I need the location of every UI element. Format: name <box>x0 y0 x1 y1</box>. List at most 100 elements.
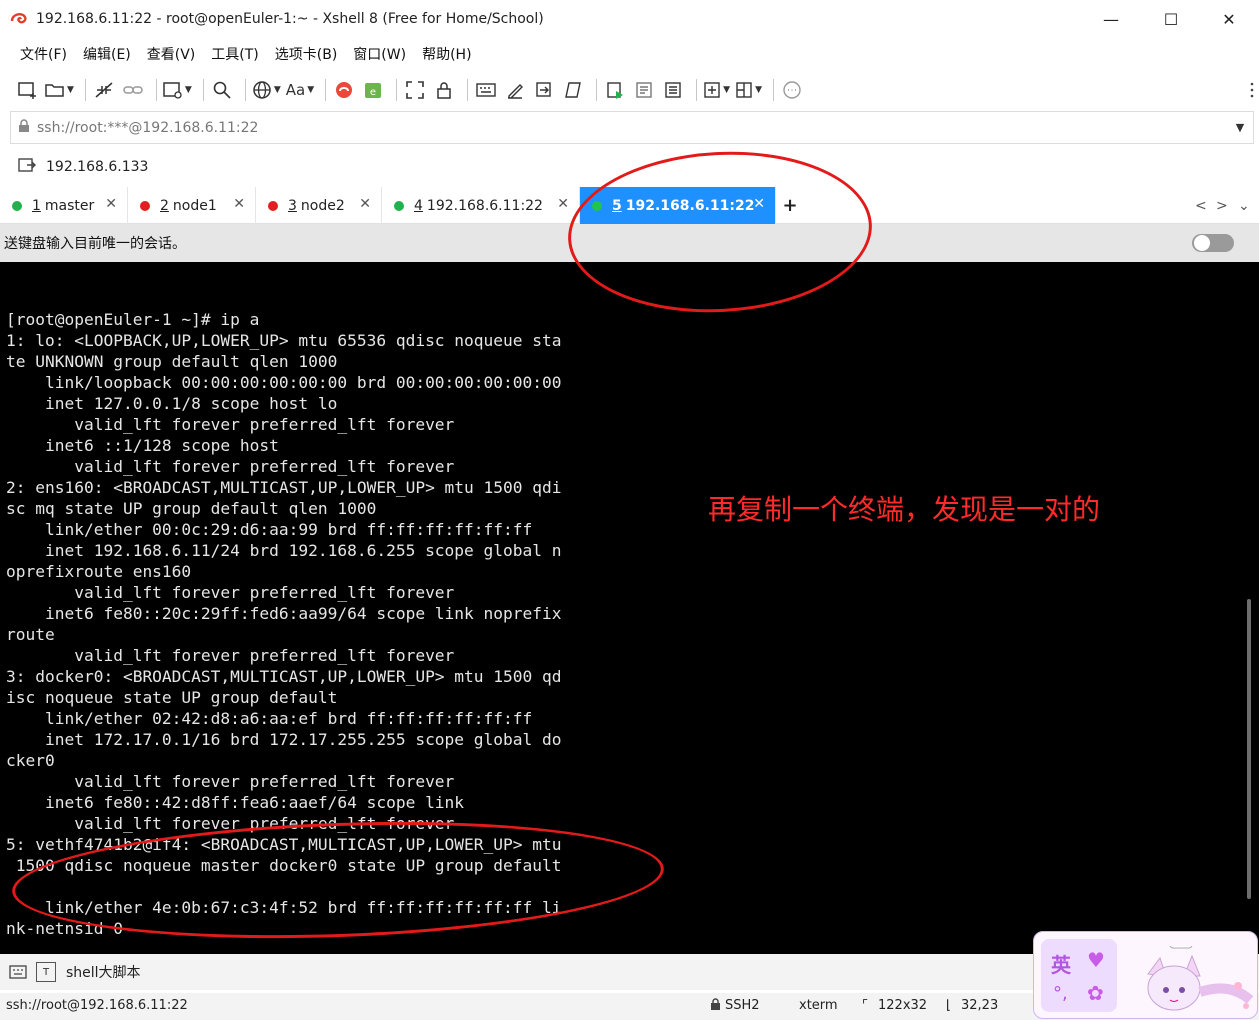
quick-command-icon[interactable]: T <box>36 962 56 982</box>
close-icon[interactable]: ✕ <box>557 196 569 212</box>
menu-view[interactable]: 查看(V) <box>147 44 196 64</box>
font-button[interactable]: Aa ▼ <box>286 76 314 104</box>
ime-mode[interactable]: 英 <box>1051 949 1071 978</box>
maximize-button[interactable]: ☐ <box>1141 0 1201 38</box>
notes-button[interactable] <box>661 76 685 104</box>
lock-icon <box>437 82 451 99</box>
terminal-line: link/ether 02:42:d8:a6:aa:ef brd ff:ff:f… <box>6 709 533 728</box>
session-link-icon[interactable] <box>18 157 36 177</box>
tab-label: 192.168.6.11:22 <box>625 197 755 214</box>
new-session-icon <box>18 82 36 99</box>
tab-node1[interactable]: 2 node1 ✕ <box>128 187 256 224</box>
quick-command-label[interactable]: shell大脚本 <box>66 962 141 982</box>
transfer-button[interactable] <box>532 76 556 104</box>
terminal-line: inet 192.168.6.11/24 brd 192.168.6.255 s… <box>6 541 562 560</box>
new-tab-button[interactable]: ▼ <box>703 76 730 104</box>
chevron-down-icon: ▼ <box>184 85 192 95</box>
ime-punct[interactable]: °, <box>1053 983 1068 1004</box>
toolbar-divider <box>696 79 698 101</box>
tab-next-icon[interactable]: > <box>1216 187 1228 224</box>
script-button[interactable] <box>561 76 585 104</box>
terminal-line: inet6 fe80::20c:29ff:fed6:aa99/64 scope … <box>6 604 562 623</box>
toolbar-divider <box>202 79 204 101</box>
notes-icon <box>665 82 681 98</box>
globe-icon <box>253 81 271 99</box>
ime-widget[interactable]: 英 ♥ °, ✿ <box>1033 931 1258 1019</box>
tab-number: 1 <box>32 197 41 214</box>
toggle-knob <box>1194 235 1210 251</box>
close-icon[interactable]: ✕ <box>233 196 245 212</box>
compose-bar-icon[interactable] <box>8 962 28 982</box>
log-icon <box>636 82 652 98</box>
toolbar-divider <box>155 79 157 101</box>
layout-button[interactable]: ▼ <box>735 76 762 104</box>
ime-pad: 英 ♥ °, ✿ <box>1041 939 1117 1012</box>
status-dot <box>12 200 22 211</box>
chevron-down-icon: ▼ <box>755 85 762 95</box>
tab-session-4[interactable]: 4 192.168.6.11:22 ✕ <box>382 187 580 224</box>
menu-help[interactable]: 帮助(H) <box>422 44 471 64</box>
chevron-down-icon: ▼ <box>273 85 281 95</box>
status-dot <box>592 200 602 211</box>
menu-file[interactable]: 文件(F) <box>20 44 67 64</box>
status-dot <box>140 200 150 211</box>
broadcast-toggle[interactable] <box>1192 234 1234 252</box>
reconnect-button[interactable] <box>121 76 145 104</box>
tab-list-chevron-icon[interactable]: ⌄ <box>1238 187 1250 224</box>
svg-text:e: e <box>370 87 376 98</box>
close-icon[interactable]: ✕ <box>105 196 117 212</box>
terminal-line: 3: docker0: <BROADCAST,MULTICAST,UP,LOWE… <box>6 667 562 686</box>
menu-edit[interactable]: 编辑(E) <box>83 44 131 64</box>
terminal-line: nk-netnsid 0 <box>6 919 123 938</box>
menu-window[interactable]: 窗口(W) <box>353 44 406 64</box>
address-bar: ▼ <box>10 111 1254 144</box>
status-protocol: SSH2 <box>725 998 760 1013</box>
tab-prev-icon[interactable]: < <box>1195 187 1207 224</box>
minimize-button[interactable]: — <box>1081 0 1141 38</box>
record-button[interactable] <box>603 76 627 104</box>
find-button[interactable] <box>210 76 234 104</box>
xshell-button[interactable] <box>332 76 356 104</box>
fullscreen-icon <box>406 81 424 99</box>
chat-button[interactable] <box>780 76 804 104</box>
tab-master[interactable]: 1 master ✕ <box>0 187 128 224</box>
keyboard-button[interactable] <box>474 76 498 104</box>
open-session-button[interactable]: ▼ <box>45 76 74 104</box>
compose-button[interactable] <box>503 76 527 104</box>
tab-session-5[interactable]: 5 192.168.6.11:22 ✕ <box>580 187 776 224</box>
close-icon[interactable]: ✕ <box>753 196 765 212</box>
pen-icon <box>508 84 524 99</box>
status-connection: ssh://root@192.168.6.11:22 <box>6 998 188 1013</box>
add-tab-icon <box>704 82 720 98</box>
lock-button[interactable] <box>432 76 456 104</box>
session-bar: 192.168.6.133 <box>0 150 1259 184</box>
address-dropdown-icon[interactable]: ▼ <box>1227 121 1253 134</box>
close-icon[interactable]: ✕ <box>359 196 371 212</box>
heart-icon[interactable]: ♥ <box>1087 948 1105 972</box>
session-host[interactable]: 192.168.6.133 <box>46 159 148 175</box>
disconnect-button[interactable] <box>92 76 116 104</box>
status-size: 122x32 <box>878 998 928 1013</box>
add-tab-button[interactable]: + <box>776 187 804 223</box>
gear-icon[interactable]: ✿ <box>1087 981 1104 1005</box>
xftp-button[interactable]: e <box>361 76 385 104</box>
fullscreen-button[interactable] <box>403 76 427 104</box>
new-session-button[interactable] <box>16 76 40 104</box>
toolbar-overflow-icon[interactable] <box>1249 80 1255 100</box>
close-button[interactable]: ✕ <box>1199 0 1259 38</box>
log-button[interactable] <box>632 76 656 104</box>
tab-bar: 1 master ✕ 2 node1 ✕ 3 node2 ✕ 4 192.168… <box>0 187 1259 224</box>
terminal-line: oprefixroute ens160 <box>6 562 192 581</box>
menu-tab[interactable]: 选项卡(B) <box>275 44 338 64</box>
terminal-scrollbar[interactable] <box>1247 599 1251 899</box>
properties-button[interactable]: ▼ <box>163 76 192 104</box>
menu-tools[interactable]: 工具(T) <box>211 44 258 64</box>
encoding-button[interactable]: ▼ <box>252 76 281 104</box>
terminal[interactable]: [root@openEuler-1 ~]# ip a 1: lo: <LOOPBA… <box>0 262 1259 954</box>
address-input[interactable] <box>37 119 1227 136</box>
layout-icon <box>736 82 752 98</box>
chevron-down-icon: ▼ <box>723 85 731 95</box>
status-dot <box>268 200 278 211</box>
terminal-line: 1500 qdisc noqueue master docker0 state … <box>6 856 562 875</box>
tab-node2[interactable]: 3 node2 ✕ <box>256 187 382 224</box>
